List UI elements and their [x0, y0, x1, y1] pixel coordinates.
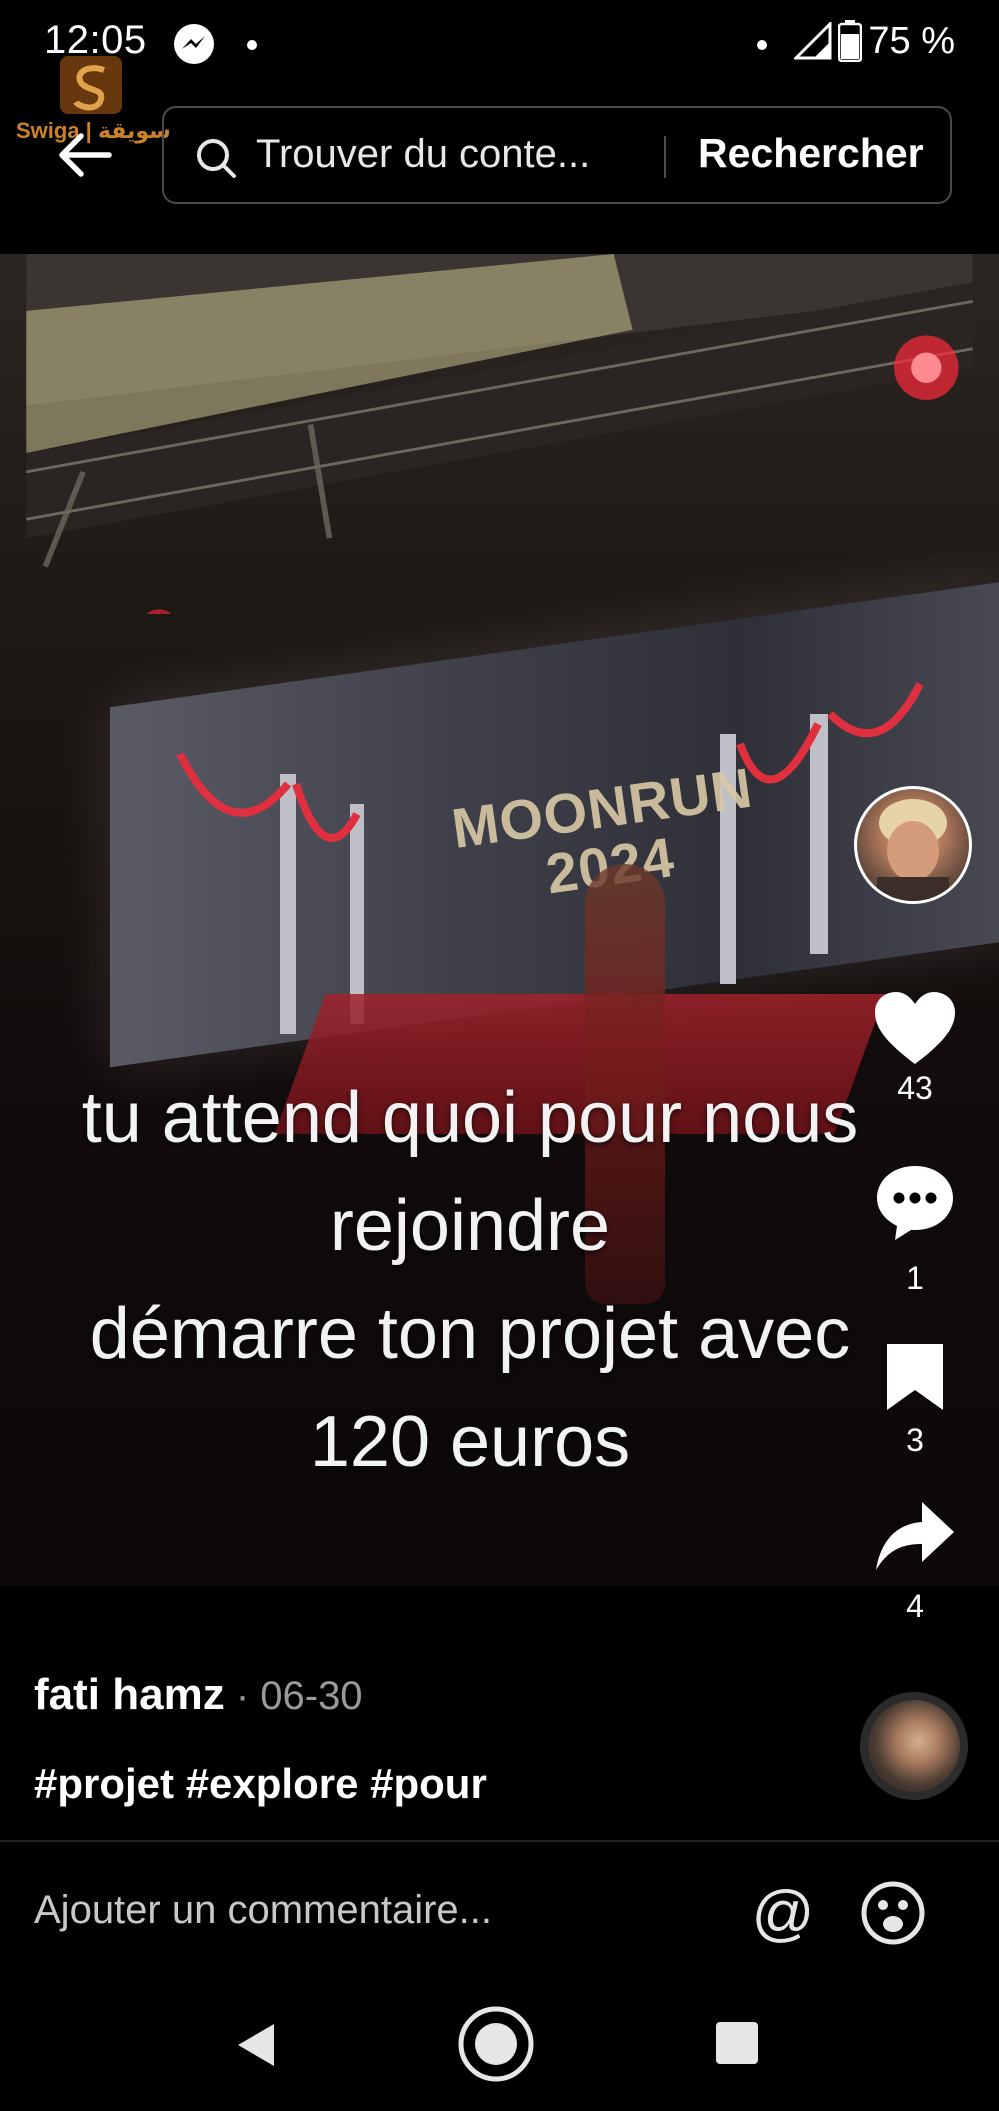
home-circle-icon	[458, 2006, 534, 2082]
nav-home-button[interactable]	[456, 2004, 536, 2089]
heart-icon	[875, 992, 955, 1064]
comment-input[interactable]: Ajouter un commentaire...	[34, 1888, 492, 1933]
nav-recent-apps-button[interactable]	[716, 2022, 758, 2064]
mention-button[interactable]: @	[750, 1879, 816, 1948]
comment-count: 1	[906, 1260, 924, 1296]
triangle-back-icon	[238, 2024, 274, 2066]
messenger-icon	[172, 22, 216, 71]
video-background-balcony	[26, 254, 973, 614]
search-button[interactable]: Rechercher	[698, 130, 924, 177]
notification-dot-icon	[756, 38, 768, 56]
search-icon	[194, 136, 238, 180]
share-button[interactable]: 4	[855, 1498, 975, 1625]
author-name[interactable]: fati hamz	[34, 1670, 225, 1719]
battery-percentage: 75 %	[868, 20, 955, 62]
divider	[0, 1840, 999, 1842]
post-author-line: fati hamz · 06-30	[34, 1670, 363, 1720]
battery-icon	[837, 20, 863, 67]
arrow-left-icon	[59, 133, 112, 177]
post-date: · 06-30	[224, 1674, 363, 1718]
music-disc-avatar[interactable]	[860, 1692, 968, 1800]
save-count: 3	[906, 1422, 924, 1458]
emoji-button[interactable]	[860, 1880, 926, 1946]
signal-icon	[792, 20, 832, 65]
search-input[interactable]: Trouver du conte...	[256, 132, 590, 177]
comment-button[interactable]: 1	[855, 1162, 975, 1297]
save-button[interactable]: 3	[855, 1340, 975, 1459]
caption-line: rejoindre	[329, 1186, 611, 1266]
creator-avatar[interactable]	[854, 786, 972, 904]
post-hashtags[interactable]: #projet #explore #pour	[34, 1760, 487, 1808]
nav-back-button[interactable]	[232, 2020, 278, 2075]
share-count: 4	[906, 1588, 924, 1624]
video-player[interactable]: MOONRUN 2024 tu attend quoi pour nous re…	[0, 254, 999, 1586]
emoji-icon	[861, 1881, 925, 1945]
like-button[interactable]: 43	[855, 990, 975, 1107]
share-arrow-icon	[876, 1502, 954, 1570]
notification-dot-icon	[246, 38, 258, 56]
caption-line: démarre ton projet avec	[89, 1294, 851, 1374]
like-count: 43	[897, 1070, 933, 1106]
back-button[interactable]	[50, 120, 120, 190]
video-caption-overlay: tu attend quoi pour nous rejoindre démar…	[0, 1064, 940, 1496]
search-divider	[664, 136, 666, 178]
search-box[interactable]: Trouver du conte... Rechercher	[162, 106, 952, 204]
avatar-image	[877, 799, 949, 901]
bookmark-icon	[887, 1344, 943, 1410]
caption-line: tu attend quoi pour nous	[81, 1078, 859, 1158]
caption-line: 120 euros	[309, 1402, 631, 1482]
comment-bubble-icon	[877, 1166, 953, 1240]
system-nav-bar	[0, 1980, 999, 2111]
